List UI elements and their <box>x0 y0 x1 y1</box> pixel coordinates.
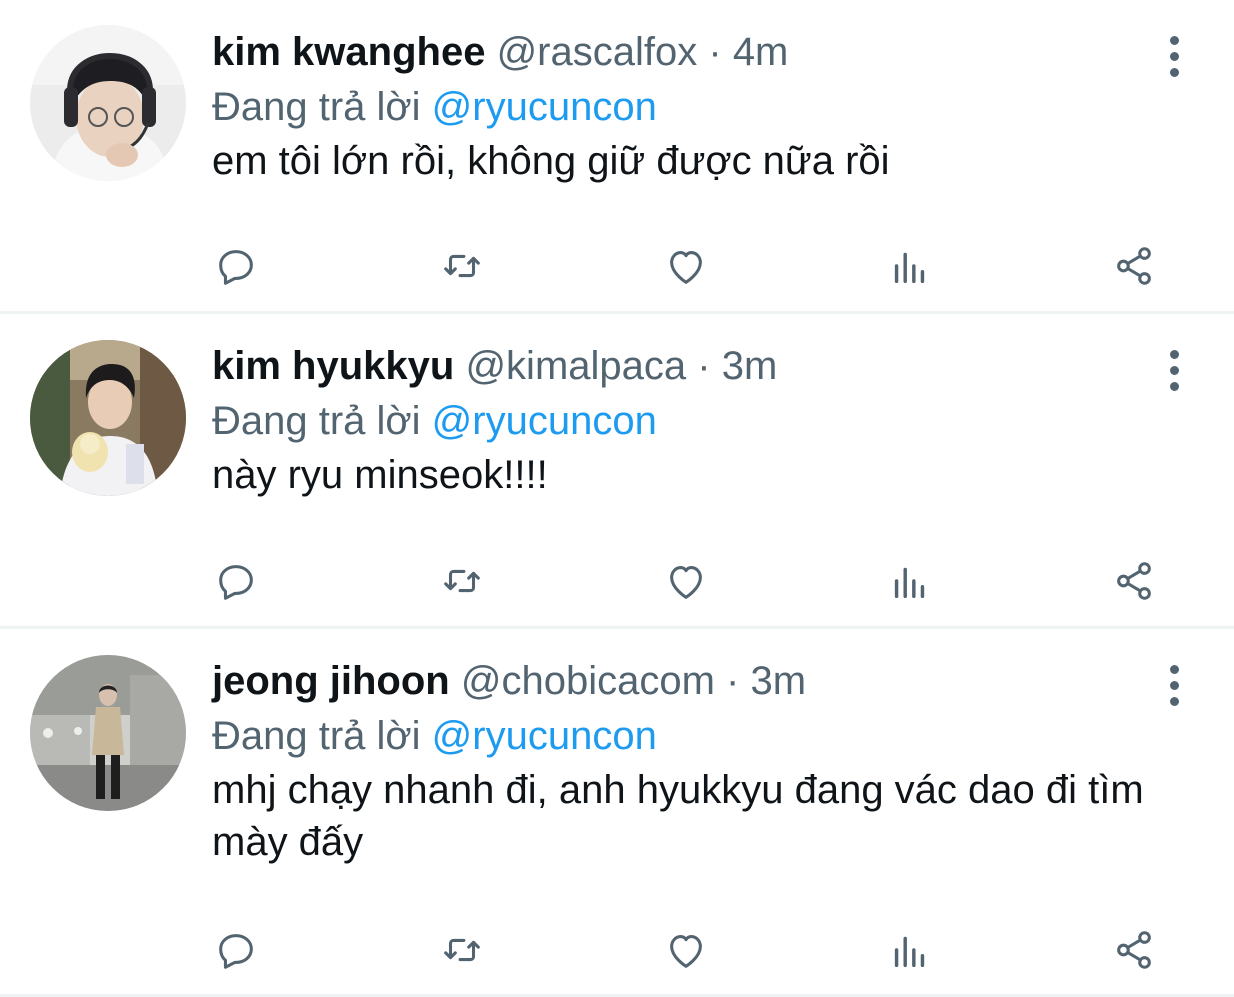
heart-icon <box>670 935 702 968</box>
avatar[interactable] <box>30 25 186 181</box>
more-dot <box>1169 697 1179 706</box>
separator-dot: · <box>726 659 740 703</box>
more-options-button[interactable] <box>1164 36 1184 77</box>
reply-context: Đang trả lời @ryucuncon <box>212 395 1154 447</box>
heart-icon <box>670 251 702 284</box>
tweet-text: này ryu minseok!!!! <box>212 453 548 497</box>
share-button[interactable] <box>1110 926 1158 974</box>
timestamp[interactable]: 4m <box>733 30 789 74</box>
reply-button[interactable] <box>212 557 260 605</box>
tweet-text: mhj chạy nhanh đi, anh hyukkyu đang vác … <box>212 768 1144 864</box>
avatar-photo <box>30 340 186 496</box>
more-dot <box>1169 52 1179 61</box>
like-button[interactable] <box>662 557 710 605</box>
share-icon <box>1117 247 1151 285</box>
bar-chart-icon <box>894 252 925 284</box>
reply-mention-link[interactable]: @ryucuncon <box>432 85 657 129</box>
timestamp[interactable]: 3m <box>722 344 778 388</box>
retweet-icon <box>444 569 480 593</box>
share-icon <box>1117 562 1151 600</box>
like-button[interactable] <box>662 926 710 974</box>
tweet-header: jeong jihoon @chobicacom · 3m <box>212 657 1154 705</box>
more-dot <box>1169 68 1179 77</box>
reply-context: Đang trả lời @ryucuncon <box>212 710 1154 762</box>
reply-context: Đang trả lời @ryucuncon <box>212 81 1154 133</box>
display-name[interactable]: kim hyukkyu <box>212 344 454 388</box>
reply-button[interactable] <box>212 926 260 974</box>
share-button[interactable] <box>1110 242 1158 290</box>
analytics-button[interactable] <box>886 557 934 605</box>
like-button[interactable] <box>662 242 710 290</box>
timestamp[interactable]: 3m <box>750 659 806 703</box>
reply-mention-link[interactable]: @ryucuncon <box>432 399 657 443</box>
bar-chart-icon <box>894 936 925 968</box>
more-dot <box>1169 366 1179 375</box>
reply-prefix: Đang trả lời <box>212 399 421 443</box>
avatar-photo <box>30 655 186 811</box>
reply-icon <box>219 934 253 969</box>
avatar-photo <box>30 25 186 181</box>
heart-icon <box>670 566 702 599</box>
reply-prefix: Đang trả lời <box>212 714 421 758</box>
more-vertical-icon <box>1169 665 1179 674</box>
reply-mention-link[interactable]: @ryucuncon <box>432 714 657 758</box>
tweet-text: em tôi lớn rồi, không giữ được nữa rồi <box>212 139 890 183</box>
retweet-icon <box>444 938 480 962</box>
retweet-icon <box>444 254 480 278</box>
more-options-button[interactable] <box>1164 665 1184 706</box>
reply-icon <box>219 565 253 600</box>
tweet-actions <box>212 926 1160 974</box>
display-name[interactable]: jeong jihoon <box>212 659 450 703</box>
tweet-actions <box>212 242 1160 290</box>
retweet-button[interactable] <box>438 242 486 290</box>
separator-dot: · <box>708 30 722 74</box>
more-dot <box>1169 681 1179 690</box>
more-dot <box>1169 382 1179 391</box>
tweet[interactable]: jeong jihoon @chobicacom · 3m Đang trả l… <box>0 629 1234 997</box>
share-button[interactable] <box>1110 557 1158 605</box>
reply-icon <box>219 250 253 285</box>
tweet-header: kim kwanghee @rascalfox · 4m <box>212 28 1154 76</box>
bar-chart-icon <box>894 567 925 599</box>
user-handle[interactable]: @kimalpaca <box>465 344 686 388</box>
retweet-button[interactable] <box>438 926 486 974</box>
share-icon <box>1117 931 1151 969</box>
tweet-header: kim hyukkyu @kimalpaca · 3m <box>212 342 1154 390</box>
reply-prefix: Đang trả lời <box>212 85 421 129</box>
user-handle[interactable]: @chobicacom <box>461 659 715 703</box>
avatar[interactable] <box>30 340 186 496</box>
avatar[interactable] <box>30 655 186 811</box>
more-vertical-icon <box>1169 350 1179 359</box>
tweet[interactable]: kim hyukkyu @kimalpaca · 3m Đang trả lời… <box>0 314 1234 629</box>
tweet[interactable]: kim kwanghee @rascalfox · 4m Đang trả lờ… <box>0 0 1234 314</box>
user-handle[interactable]: @rascalfox <box>497 30 698 74</box>
analytics-button[interactable] <box>886 242 934 290</box>
reply-button[interactable] <box>212 242 260 290</box>
retweet-button[interactable] <box>438 557 486 605</box>
analytics-button[interactable] <box>886 926 934 974</box>
more-vertical-icon <box>1169 36 1179 45</box>
display-name[interactable]: kim kwanghee <box>212 30 485 74</box>
more-options-button[interactable] <box>1164 350 1184 391</box>
tweet-actions <box>212 557 1160 605</box>
separator-dot: · <box>697 344 711 388</box>
